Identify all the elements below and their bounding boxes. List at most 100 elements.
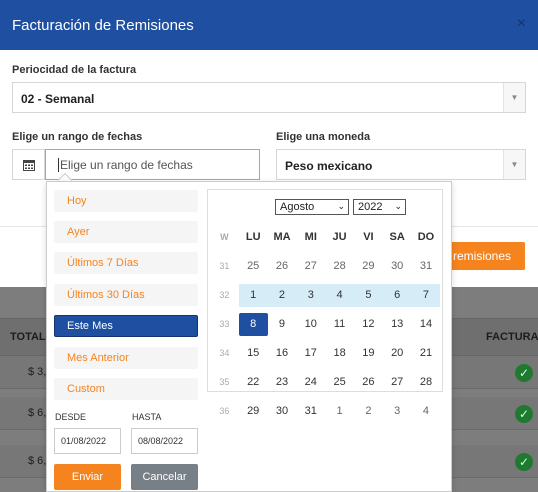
date-range-placeholder: Elige un rango de fechas — [58, 158, 193, 172]
calendar-day[interactable]: 25 — [239, 255, 268, 278]
range-last-month[interactable]: Mes Anterior — [54, 347, 198, 369]
calendar-day[interactable]: 25 — [325, 371, 354, 394]
week-number: 34 — [219, 348, 230, 358]
calendar-day[interactable]: 21 — [412, 342, 441, 365]
remisiones-button-label: remisiones — [453, 249, 512, 263]
chevron-down-icon: ⌄ — [394, 201, 402, 211]
week-number: 31 — [219, 261, 230, 271]
weekday-header: MA — [273, 231, 291, 243]
weekday-header: SA — [389, 231, 405, 243]
weekday-header: JU — [332, 231, 347, 243]
check-icon: ✓ — [515, 364, 533, 382]
calendar-day[interactable]: 26 — [354, 371, 383, 394]
hasta-input[interactable]: 08/08/2022 — [131, 428, 198, 454]
calendar: Agosto ⌄ 2022 ⌄ W LU MA MI JU VI SA DO 31 25 26 27 2… — [207, 189, 443, 417]
calendar-day[interactable]: 14 — [412, 313, 441, 336]
modal-title: Facturación de Remisiones — [12, 17, 194, 34]
calendar-day[interactable]: 2 — [267, 284, 297, 307]
date-range-input[interactable]: Elige un rango de fechas — [45, 149, 260, 180]
range-last-30-days[interactable]: Últimos 30 Días — [54, 284, 198, 306]
calendar-day[interactable]: 31 — [296, 400, 325, 423]
calendar-day[interactable]: 19 — [354, 342, 383, 365]
range-today[interactable]: Hoy — [54, 190, 198, 212]
check-icon: ✓ — [515, 453, 533, 471]
calendar-day[interactable]: 26 — [268, 255, 297, 278]
calendar-day[interactable]: 30 — [268, 400, 297, 423]
range-custom[interactable]: Custom — [54, 378, 198, 400]
calendar-day[interactable]: 29 — [239, 400, 268, 423]
date-range-label: Elige un rango de fechas — [12, 131, 143, 143]
desde-label: DESDE — [55, 412, 87, 422]
calendar-day[interactable]: 4 — [325, 284, 354, 307]
calendar-day[interactable]: 10 — [296, 313, 325, 336]
calendar-day[interactable]: 17 — [296, 342, 325, 365]
calendar-day[interactable]: 1 — [325, 400, 354, 423]
week-number: 32 — [219, 290, 230, 300]
calendar-day[interactable]: 3 — [383, 400, 412, 423]
calendar-day[interactable]: 1 — [238, 284, 268, 307]
close-icon[interactable]: × — [517, 15, 526, 33]
calendar-day[interactable]: 22 — [239, 371, 268, 394]
month-value: Agosto — [280, 201, 315, 213]
range-last-7-days[interactable]: Últimos 7 Días — [54, 252, 198, 274]
hasta-value: 08/08/2022 — [138, 436, 184, 446]
year-value: 2022 — [358, 201, 383, 213]
calendar-day[interactable]: 5 — [354, 284, 383, 307]
periodicity-select[interactable]: 02 - Semanal ▼ — [12, 82, 526, 113]
column-header-total: TOTAL — [10, 331, 46, 343]
weekday-header: W — [220, 232, 229, 242]
calendar-day[interactable]: 12 — [354, 313, 383, 336]
month-select[interactable]: Agosto ⌄ — [275, 199, 349, 215]
date-range-picker: Hoy Ayer Últimos 7 Días Últimos 30 Días … — [46, 181, 452, 492]
calendar-day[interactable]: 28 — [412, 371, 441, 394]
calendar-day[interactable]: 27 — [296, 255, 325, 278]
weekday-header: DO — [417, 231, 435, 243]
calendar-day[interactable]: 28 — [325, 255, 354, 278]
column-header-factura: FACTURA — [486, 331, 538, 343]
weekday-header: VI — [363, 231, 374, 243]
row-total: $ 3, — [28, 366, 47, 378]
calendar-day[interactable]: 30 — [383, 255, 412, 278]
calendar-day[interactable]: 11 — [325, 313, 354, 336]
row-total: $ 6, — [28, 455, 47, 467]
weekday-header: LU — [245, 231, 261, 243]
calendar-day[interactable]: 27 — [383, 371, 412, 394]
periodicity-value: 02 - Semanal — [21, 92, 95, 106]
chevron-down-icon: ▼ — [503, 150, 525, 179]
currency-select[interactable]: Peso mexicano ▼ — [276, 149, 526, 180]
calendar-day[interactable]: 23 — [268, 371, 297, 394]
chevron-down-icon: ⌄ — [337, 201, 345, 211]
calendar-day[interactable]: 24 — [296, 371, 325, 394]
calendar-day[interactable]: 3 — [296, 284, 326, 307]
week-number: 36 — [219, 406, 230, 416]
range-this-month[interactable]: Este Mes — [54, 315, 198, 337]
currency-value: Peso mexicano — [285, 159, 373, 173]
calendar-icon[interactable] — [12, 149, 45, 180]
calendar-day[interactable]: 29 — [354, 255, 383, 278]
cancel-button[interactable]: Cancelar — [131, 464, 198, 490]
send-button[interactable]: Enviar — [54, 464, 121, 490]
calendar-day[interactable]: 16 — [268, 342, 297, 365]
weekday-header: MI — [304, 231, 317, 243]
desde-input[interactable]: 01/08/2022 — [54, 428, 121, 454]
remisiones-button[interactable]: remisiones — [445, 242, 525, 270]
range-yesterday[interactable]: Ayer — [54, 221, 198, 243]
calendar-day[interactable]: 20 — [383, 342, 412, 365]
calendar-day[interactable]: 2 — [354, 400, 383, 423]
calendar-day[interactable]: 13 — [383, 313, 412, 336]
year-select[interactable]: 2022 ⌄ — [353, 199, 406, 215]
currency-label: Elige una moneda — [276, 131, 371, 143]
row-total: $ 6, — [28, 407, 47, 419]
calendar-day[interactable]: 18 — [325, 342, 354, 365]
send-button-label: Enviar — [71, 471, 104, 483]
calendar-day[interactable]: 15 — [239, 342, 268, 365]
cancel-button-label: Cancelar — [142, 471, 187, 483]
calendar-day[interactable]: 4 — [412, 400, 441, 423]
periodicity-label: Periocidad de la factura — [12, 64, 137, 76]
calendar-day[interactable]: 8 — [238, 313, 268, 336]
calendar-day[interactable]: 7 — [411, 284, 441, 307]
calendar-day[interactable]: 9 — [268, 313, 297, 336]
week-number: 33 — [219, 319, 230, 329]
calendar-day[interactable]: 31 — [412, 255, 441, 278]
calendar-day[interactable]: 6 — [382, 284, 412, 307]
